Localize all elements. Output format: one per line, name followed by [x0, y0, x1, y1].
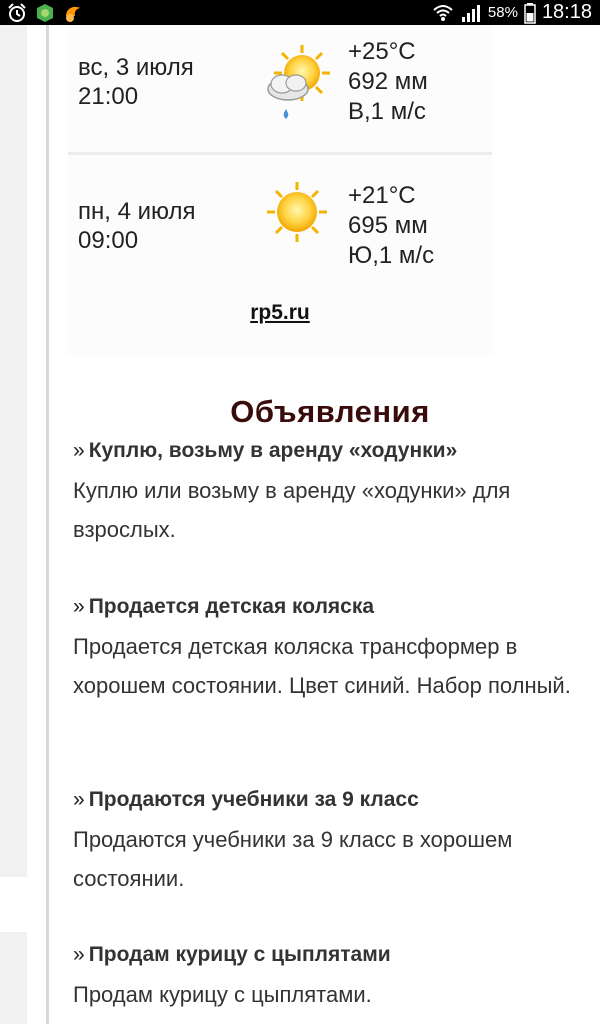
ad-title-link[interactable]: Продам курицу с цыплятами — [89, 943, 391, 966]
weather-values: +25°C 692 мм В,1 м/с — [348, 37, 428, 127]
ad-bullet: » — [73, 439, 85, 462]
weather-temp: +25°C — [348, 38, 416, 65]
weather-source-link[interactable]: rp5.ru — [68, 301, 492, 325]
ad-header: » Продам курицу с цыплятами — [73, 941, 588, 969]
battery-percent: 58% — [487, 4, 518, 21]
weather-separator — [68, 152, 492, 155]
ad-description: Продам курицу с цыплятами. — [73, 982, 372, 1007]
ad-bullet: » — [73, 943, 85, 966]
app-orange-icon — [62, 2, 84, 24]
signal-icon — [460, 2, 482, 24]
ads-heading: Объявления — [230, 394, 430, 429]
wifi-icon — [432, 2, 454, 24]
weather-temp: +21°C — [348, 182, 416, 209]
left-gutter — [0, 25, 27, 877]
status-bar: 58% 18:18 — [0, 0, 600, 25]
weather-values: +21°C 695 мм Ю,1 м/с — [348, 181, 434, 271]
weather-row: пн, 4 июля 09:00 +21°C 695 мм Ю,1 м/с — [68, 181, 492, 281]
ad-title-link[interactable]: Куплю, возьму в аренду «ходунки» — [89, 439, 458, 462]
weather-pressure: 692 мм — [348, 68, 428, 95]
ad-description: Продается детская коляска трансформер в … — [73, 634, 571, 698]
content-divider — [46, 25, 49, 1024]
weather-row: вс, 3 июля 21:00 +25°C 692 мм В,1 м/с — [68, 37, 492, 137]
weather-widget: вс, 3 июля 21:00 +25°C 692 мм В,1 м/с пн… — [68, 25, 492, 355]
ad-item: » Продаются учебники за 9 класс Продаются… — [73, 786, 588, 898]
weather-pressure: 695 мм — [348, 212, 428, 239]
weather-day: вс, 3 июля — [78, 54, 194, 81]
ad-header: » Продаются учебники за 9 класс — [73, 786, 588, 814]
partly-cloudy-rain-icon — [264, 43, 330, 123]
ad-bullet: » — [73, 595, 85, 618]
sun-icon — [264, 179, 330, 259]
ad-description: Продаются учебники за 9 класс в хорошем … — [73, 827, 513, 891]
weather-wind: Ю,1 м/с — [348, 242, 435, 269]
ad-item: » Куплю, возьму в аренду «ходунки» Куплю … — [73, 437, 588, 549]
weather-date: вс, 3 июля 21:00 — [78, 53, 194, 111]
weather-time: 09:00 — [78, 227, 139, 254]
ad-bullet: » — [73, 788, 85, 811]
weather-day: пн, 4 июля — [78, 198, 196, 225]
alarm-icon — [6, 2, 28, 24]
left-gutter — [0, 932, 27, 1024]
ad-title-link[interactable]: Продаются учебники за 9 класс — [89, 788, 419, 811]
app-green-icon — [34, 2, 56, 24]
ad-item: » Продам курицу с цыплятами Продам курицу… — [73, 941, 588, 1014]
ad-header: » Продается детская коляска — [73, 593, 588, 621]
ad-description: Куплю или возьму в аренду «ходунки» для … — [73, 478, 511, 542]
weather-wind: В,1 м/с — [348, 98, 426, 125]
clock: 18:18 — [541, 1, 592, 23]
ad-header: » Куплю, возьму в аренду «ходунки» — [73, 437, 588, 465]
ad-title-link[interactable]: Продается детская коляска — [89, 595, 374, 618]
weather-time: 21:00 — [78, 83, 139, 110]
battery-icon — [524, 2, 536, 24]
ad-item: » Продается детская коляска Продается дет… — [73, 593, 588, 705]
weather-date: пн, 4 июля 09:00 — [78, 197, 195, 255]
